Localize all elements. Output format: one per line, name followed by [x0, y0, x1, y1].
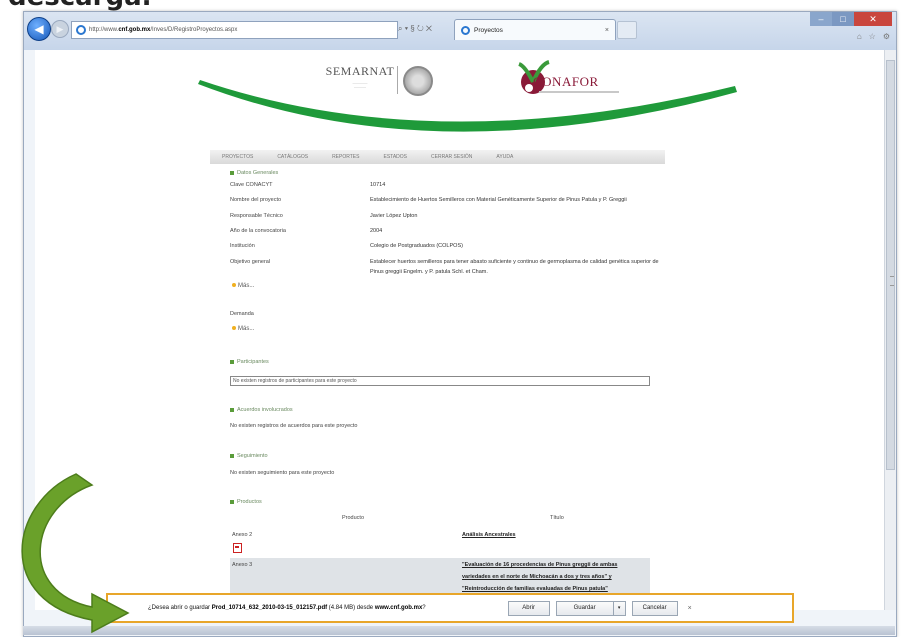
- site-menu: Proyectos Catálogos Reportes Estados Cer…: [210, 150, 665, 164]
- products-col-title: Título: [550, 515, 564, 521]
- home-icon[interactable]: ⌂: [857, 32, 862, 41]
- field-label: Institución: [230, 243, 255, 249]
- field-label: Año de la convocatoria: [230, 228, 286, 234]
- save-button[interactable]: Guardar: [555, 600, 614, 616]
- site-header: SEMARNAT ————— ———— CONAFOR: [35, 50, 884, 145]
- section-followup-title: Seguimiento: [230, 453, 268, 459]
- more-link-objective[interactable]: Más...: [232, 283, 254, 289]
- download-filename: Prod_10714_632_2010-03-15_012157.pdf: [211, 605, 328, 611]
- menu-item-catalogos[interactable]: Catálogos: [277, 154, 308, 160]
- new-tab-button[interactable]: [617, 21, 637, 39]
- address-tools[interactable]: ⌕ ▾ § ↻ ✕: [398, 21, 432, 37]
- field-label: Responsable Técnico: [230, 213, 283, 219]
- semarnat-name: SEMARNAT: [325, 64, 395, 78]
- tools-gear-icon[interactable]: ⚙: [883, 32, 890, 41]
- product-id: Anexo 3: [232, 562, 253, 568]
- forward-arrow-icon[interactable]: ▶: [51, 20, 69, 38]
- section-participants-title: Participantes: [230, 359, 269, 365]
- semarnat-subtext-icon: ————— ————: [352, 81, 368, 89]
- objective-line: Establecer huertos semilleros para tener…: [370, 259, 659, 265]
- menu-item-cerrar-sesion[interactable]: Cerrar Sesión: [431, 154, 472, 160]
- tab-title: Proyectos: [474, 26, 503, 34]
- download-size: (4.84 MB) desde: [327, 605, 375, 611]
- open-button[interactable]: Abrir: [507, 600, 550, 616]
- conafor-subtext-icon: [539, 91, 619, 93]
- address-path: /Inves/D/RegistroProyectos.aspx: [150, 27, 238, 33]
- ie-page-icon: [76, 25, 86, 35]
- address-bar[interactable]: http://www.cnf.gob.mx/Inves/D/RegistroPr…: [71, 21, 398, 39]
- menu-item-ayuda[interactable]: Ayuda: [496, 154, 513, 160]
- field-value: Javier López Upton: [370, 213, 418, 219]
- tab-proyectos[interactable]: Proyectos ×: [454, 19, 616, 40]
- menu-item-reportes[interactable]: Reportes: [332, 154, 359, 160]
- demand-label: Demanda: [230, 311, 254, 317]
- objective-line: Pinus greggii Engelm. y P. patula Schl. …: [370, 269, 488, 275]
- browser-titlebar: ◀ ▶ http://www.cnf.gob.mx/Inves/D/Regist…: [24, 12, 896, 50]
- agreements-message: No existen registros de acuerdos para es…: [230, 423, 358, 429]
- followup-message: No existen seguimiento para este proyect…: [230, 470, 335, 476]
- favorites-icon[interactable]: ☆: [869, 32, 876, 41]
- browser-tool-icons: ⌂ ☆ ⚙: [857, 32, 890, 41]
- minimize-icon[interactable]: –: [810, 12, 832, 26]
- scrollbar-thumb[interactable]: [886, 60, 895, 470]
- product-id: Anexo 2: [232, 532, 253, 538]
- more-link-demand[interactable]: Más...: [232, 326, 254, 332]
- product-title-link[interactable]: "Reintroducción de familias evaluadas de…: [462, 586, 608, 592]
- product-title-link[interactable]: Análisis Ancestrales: [462, 532, 516, 538]
- field-label: Nombre del proyecto: [230, 197, 282, 203]
- maximize-icon[interactable]: □: [832, 12, 854, 26]
- address-prefix: http://www.: [89, 27, 119, 33]
- conafor-name: CONAFOR: [533, 74, 599, 89]
- save-dropdown-icon[interactable]: ▾: [613, 600, 626, 616]
- mexico-seal-icon: [403, 66, 433, 96]
- menu-item-estados[interactable]: Estados: [383, 154, 407, 160]
- field-value: 10714: [370, 182, 386, 188]
- products-col-product: Producto: [342, 515, 365, 521]
- curved-arrow-icon: [21, 473, 130, 634]
- objective-label: Objetivo general: [230, 259, 271, 265]
- download-notification-bar: ¿Desea abrir o guardar Prod_10714_632_20…: [106, 593, 794, 623]
- address-domain: cnf.gob.mx: [118, 27, 151, 33]
- logo-divider: [397, 66, 398, 94]
- close-window-icon[interactable]: ✕: [854, 12, 892, 26]
- field-label: Clave CONACYT: [230, 182, 273, 188]
- tab-page-icon: [461, 25, 470, 35]
- section-general-title: Datos Generales: [230, 170, 278, 176]
- menu-item-proyectos[interactable]: Proyectos: [222, 154, 253, 160]
- product-title-link[interactable]: variedades en el norte de Michoacán a do…: [462, 574, 612, 580]
- download-suffix: ?: [422, 605, 426, 611]
- green-swoosh-icon: [198, 80, 737, 132]
- field-value: 2004: [370, 228, 383, 234]
- close-icon[interactable]: ×: [688, 605, 692, 612]
- address-url[interactable]: http://www.cnf.gob.mx/Inves/D/RegistroPr…: [89, 27, 237, 33]
- participants-box: No existen registros de participantes pa…: [230, 376, 650, 386]
- field-value: Colegio de Postgraduados (COLPOS): [370, 243, 463, 249]
- back-arrow-icon[interactable]: ◀: [27, 17, 51, 41]
- scrollbar-grip-icon: [890, 276, 894, 286]
- semarnat-logo: SEMARNAT ————— ————: [325, 64, 395, 89]
- section-agreements-title: Acuerdos involucrados: [230, 407, 293, 413]
- product-title-link[interactable]: "Evaluación de 16 procedencias de Pinus …: [462, 562, 617, 568]
- download-site: www.cnf.gob.mx: [374, 605, 423, 611]
- vertical-scrollbar[interactable]: [884, 50, 896, 610]
- section-products-title: Productos: [230, 499, 262, 505]
- tab-close-icon[interactable]: ×: [605, 27, 609, 34]
- field-value: Establecimiento de Huertos Semilleros co…: [370, 197, 627, 203]
- window-controls: – □ ✕: [810, 12, 892, 26]
- cancel-button[interactable]: Cancelar: [631, 600, 678, 616]
- pdf-file-icon[interactable]: [233, 543, 242, 553]
